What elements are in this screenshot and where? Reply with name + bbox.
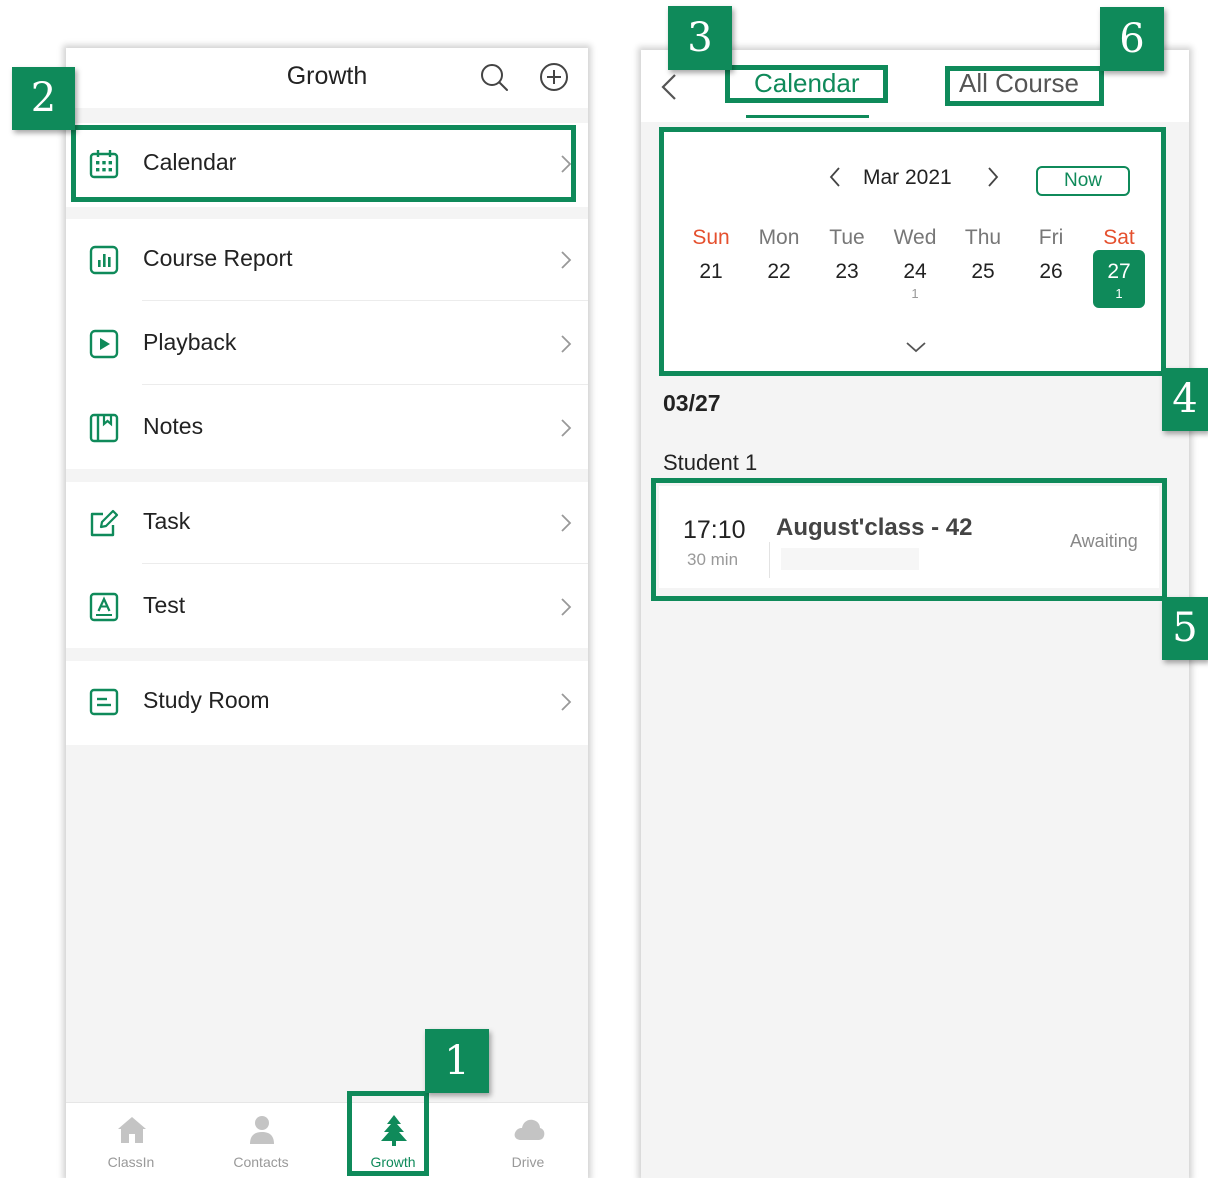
annotation-badge: 1	[425, 1029, 489, 1093]
chevron-right-icon	[561, 693, 572, 711]
highlight-growth-tab	[347, 1091, 429, 1176]
back-arrow-icon[interactable]	[655, 70, 681, 104]
annotation-badge: 5	[1162, 597, 1208, 660]
highlight-calendar-item	[71, 125, 576, 202]
chevron-right-icon	[561, 251, 572, 269]
menu-item-label: Test	[143, 592, 186, 618]
active-tab-indicator	[746, 115, 869, 118]
add-circle-icon[interactable]	[538, 61, 570, 93]
menu-group-learning: Course Report Playback Notes	[66, 219, 588, 469]
growth-header: Growth	[66, 48, 588, 108]
chevron-right-icon	[561, 514, 572, 532]
nav-item-drive[interactable]: Drive	[463, 1103, 588, 1178]
chevron-right-icon	[561, 335, 572, 353]
highlight-calendar-widget	[659, 127, 1166, 376]
divider	[142, 300, 588, 301]
bottom-nav: ClassIn Contacts Growth Drive	[66, 1102, 588, 1178]
nav-label: Drive	[511, 1154, 545, 1170]
growth-screen: Growth Calendar Course Report Playback N…	[66, 48, 588, 1178]
menu-item-course-report[interactable]: Course Report	[66, 219, 588, 301]
person-icon	[250, 1116, 274, 1144]
menu-item-playback[interactable]: Playback	[66, 303, 588, 385]
menu-item-notes[interactable]: Notes	[66, 387, 588, 469]
chevron-right-icon	[561, 419, 572, 437]
highlight-calendar-tab	[725, 65, 888, 103]
annotation-badge: 4	[1162, 368, 1208, 431]
highlight-all-course-tab	[945, 66, 1104, 106]
home-icon	[118, 1117, 146, 1143]
menu-item-study-room[interactable]: Study Room	[66, 661, 588, 743]
highlight-class-card	[651, 478, 1167, 601]
annotation-badge: 6	[1100, 7, 1164, 71]
search-icon[interactable]	[478, 61, 510, 93]
menu-item-label: Notes	[143, 413, 204, 439]
nav-item-contacts[interactable]: Contacts	[196, 1103, 326, 1178]
divider	[142, 384, 588, 385]
menu-item-label: Course Report	[143, 245, 293, 271]
selected-date: 03/27	[663, 390, 721, 416]
student-label: Student 1	[663, 450, 758, 475]
nav-item-classin[interactable]: ClassIn	[66, 1103, 196, 1178]
play-icon	[89, 329, 119, 359]
annotation-badge: 3	[668, 6, 732, 70]
menu-item-label: Playback	[143, 329, 237, 355]
menu-item-label: Study Room	[143, 687, 270, 713]
test-icon	[89, 592, 119, 622]
annotation-badge: 2	[12, 67, 75, 130]
study-room-icon	[89, 688, 119, 716]
menu-group-study-room: Study Room	[66, 661, 588, 745]
menu-group-assignments: Task Test	[66, 482, 588, 648]
divider	[142, 563, 588, 564]
menu-item-test[interactable]: Test	[66, 566, 588, 648]
nav-label: Contacts	[233, 1154, 289, 1170]
chevron-right-icon	[561, 598, 572, 616]
menu-item-label: Task	[143, 508, 191, 534]
menu-item-task[interactable]: Task	[66, 482, 588, 564]
nav-label: ClassIn	[107, 1154, 155, 1170]
notebook-icon	[89, 413, 119, 443]
bar-chart-icon	[89, 245, 119, 275]
edit-icon	[90, 509, 119, 537]
cloud-icon	[514, 1119, 545, 1140]
